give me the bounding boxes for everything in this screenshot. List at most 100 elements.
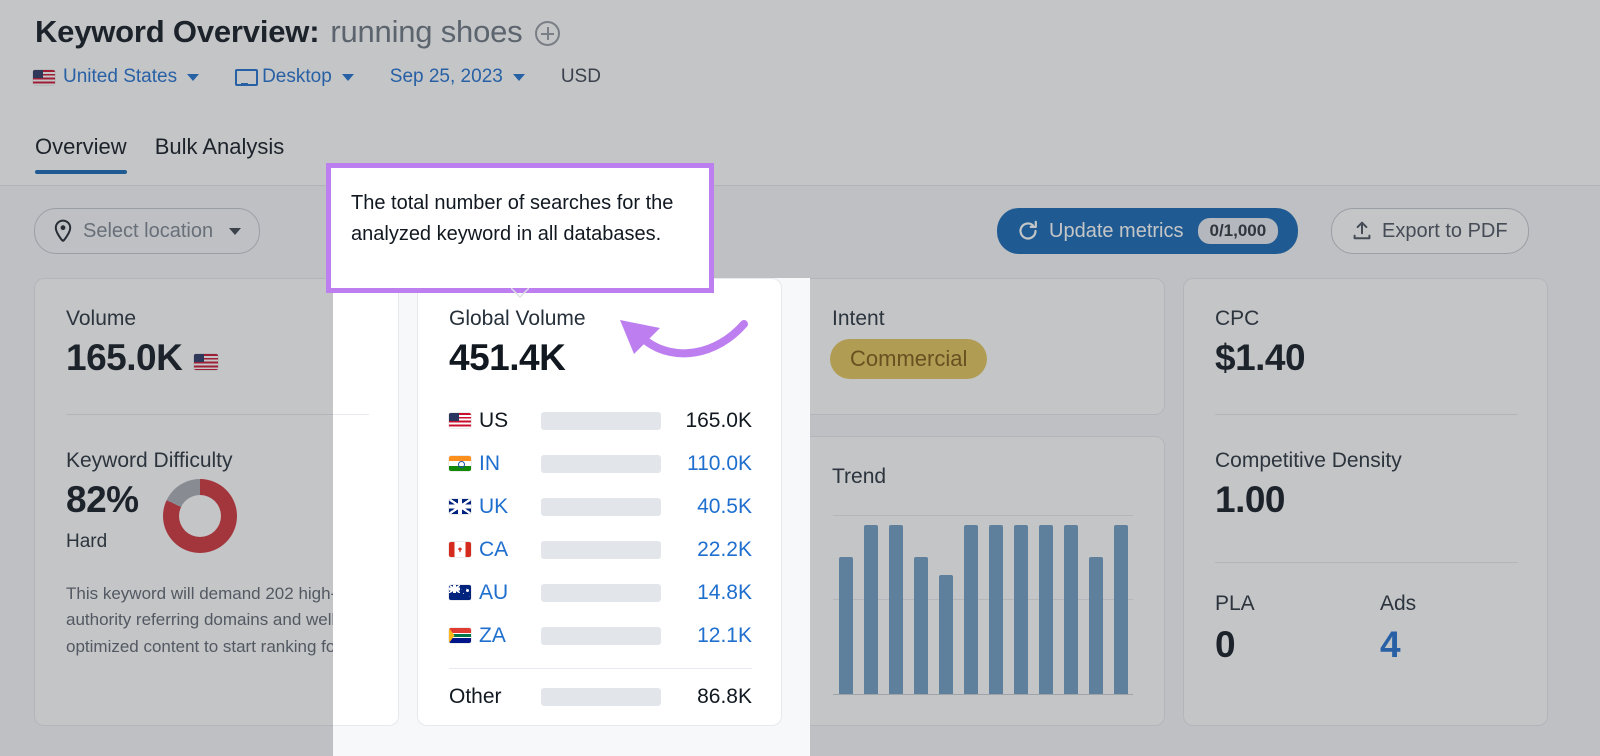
pla-value: 0 xyxy=(1215,624,1236,665)
trend-bar xyxy=(888,525,903,694)
global-volume-other-row: Other 86.8K xyxy=(449,675,752,718)
volume-label: Volume xyxy=(66,307,137,330)
update-metrics-counter: 0/1,000 xyxy=(1197,218,1279,244)
page-title: Keyword Overview: running shoes xyxy=(35,14,561,50)
intent-label: Intent xyxy=(832,307,885,330)
country-volume-value[interactable]: 14.8K xyxy=(661,581,752,605)
trend-card: Trend xyxy=(800,436,1165,726)
card-divider xyxy=(333,414,369,415)
country-code[interactable]: IN xyxy=(479,452,541,476)
volume-bar-track xyxy=(541,540,661,559)
competitive-density-label: Competitive Density xyxy=(1215,449,1402,472)
trend-bar xyxy=(963,525,978,694)
country-code[interactable]: UK xyxy=(479,495,541,519)
competitive-density-value: 1.00 xyxy=(1215,479,1286,520)
trend-bar xyxy=(1063,525,1078,694)
database-label: United States xyxy=(63,66,178,87)
export-upload-icon xyxy=(1352,221,1372,241)
global-volume-row: ZA 12.1K xyxy=(449,614,752,657)
ads-value[interactable]: 4 xyxy=(1380,624,1401,666)
global-volume-row: AU 14.8K xyxy=(449,571,752,614)
volume-value: 165.0K xyxy=(66,337,183,378)
plus-circle-icon[interactable] xyxy=(535,21,561,46)
country-volume-value[interactable]: 40.5K xyxy=(661,495,752,519)
page-title-keyword: running shoes xyxy=(330,14,523,49)
trend-bar xyxy=(838,557,853,694)
country-code[interactable]: CA xyxy=(479,538,541,562)
country-flag-cell xyxy=(449,499,479,514)
global-volume-country-list: US 165.0K IN 110.0K UK 40.5K CA 22.2K AU 14.8K ZA 1… xyxy=(449,399,752,718)
page-header: Keyword Overview: running shoes United S… xyxy=(0,0,1600,128)
global-volume-value: 451.4K xyxy=(449,337,566,378)
tab-bar: Overview Bulk Analysis xyxy=(35,134,284,174)
cpc-label: CPC xyxy=(1215,307,1260,330)
uk-flag-icon xyxy=(449,499,471,514)
other-volume-value: 86.8K xyxy=(697,684,752,708)
us-flag-icon xyxy=(33,69,55,85)
tab-bulk-analysis[interactable]: Bulk Analysis xyxy=(155,134,285,174)
keyword-difficulty-verdict: Hard xyxy=(66,531,108,552)
trend-bar-chart xyxy=(833,515,1133,695)
global-volume-row: IN 110.0K xyxy=(449,442,752,485)
tab-overview[interactable]: Overview xyxy=(35,134,127,174)
intent-badge[interactable]: Commercial xyxy=(830,339,988,379)
update-metrics-button[interactable]: Update metrics 0/1,000 xyxy=(997,208,1299,254)
volume-bar-track xyxy=(541,454,661,473)
country-flag-cell xyxy=(449,456,479,471)
volume-value-row: 165.0K xyxy=(66,337,219,379)
global-volume-row: US 165.0K xyxy=(449,399,752,442)
cpc-card: CPC $1.40 Competitive Density 1.00 PLA 0… xyxy=(1183,278,1548,726)
chevron-down-icon xyxy=(229,227,242,235)
pla-label: PLA xyxy=(1215,592,1255,615)
chevron-down-icon xyxy=(341,73,354,81)
keyword-difficulty-description: This keyword will demand 202 high-author… xyxy=(66,584,359,656)
select-location-button[interactable]: Select location xyxy=(34,208,261,254)
us-flag-icon xyxy=(449,413,471,428)
keyword-difficulty-donut xyxy=(162,479,237,553)
country-volume-value[interactable]: 110.0K xyxy=(661,452,752,476)
volume-card-highlight xyxy=(333,278,399,726)
volume-bar-track xyxy=(541,497,661,516)
country-volume-value[interactable]: 22.2K xyxy=(661,538,752,562)
trend-bar xyxy=(988,525,1003,694)
export-to-pdf-button[interactable]: Export to PDF xyxy=(1331,208,1529,254)
volume-bar-track xyxy=(541,583,661,602)
card-divider xyxy=(1215,562,1518,563)
country-code: US xyxy=(479,408,509,432)
in-flag-icon xyxy=(449,456,471,471)
trend-bar xyxy=(1038,525,1053,694)
trend-axis xyxy=(833,694,1133,695)
trend-bar xyxy=(1088,557,1103,694)
date-selector[interactable]: Sep 25, 2023 xyxy=(390,66,525,88)
country-code[interactable]: AU xyxy=(479,581,541,605)
currency-label: USD xyxy=(560,66,601,87)
country-volume-value[interactable]: 12.1K xyxy=(661,624,752,648)
keyword-difficulty-value: 82% xyxy=(66,479,139,520)
trend-gridline xyxy=(833,515,1133,516)
update-metrics-label: Update metrics xyxy=(1049,219,1184,242)
country-flag-cell xyxy=(449,413,479,428)
country-code[interactable]: ZA xyxy=(479,624,541,648)
database-selector[interactable]: United States xyxy=(33,66,200,88)
volume-bar-track xyxy=(541,411,661,430)
volume-bar-track xyxy=(541,687,661,706)
cpc-value: $1.40 xyxy=(1215,337,1306,378)
intent-card: Intent Commercial xyxy=(800,278,1165,415)
trend-bar xyxy=(938,575,953,694)
volume-bar-track xyxy=(541,626,661,645)
header-filters: United States Desktop Sep 25, 2023 USD xyxy=(33,66,601,88)
trend-label: Trend xyxy=(832,465,887,488)
keyword-overview-screen: Keyword Overview: running shoes United S… xyxy=(0,0,1600,756)
device-selector[interactable]: Desktop xyxy=(235,66,354,88)
global-volume-label: Global Volume xyxy=(449,307,586,330)
trend-bar xyxy=(1013,525,1028,694)
export-to-pdf-label: Export to PDF xyxy=(1382,219,1508,242)
ca-flag-icon xyxy=(449,542,471,557)
au-flag-icon xyxy=(449,585,471,600)
monitor-icon xyxy=(235,69,259,86)
location-pin-icon xyxy=(53,219,73,243)
refresh-icon xyxy=(1017,220,1039,242)
keyword-difficulty-label: Keyword Difficulty xyxy=(66,449,233,472)
us-flag-icon xyxy=(194,354,219,370)
date-label: Sep 25, 2023 xyxy=(389,66,503,87)
